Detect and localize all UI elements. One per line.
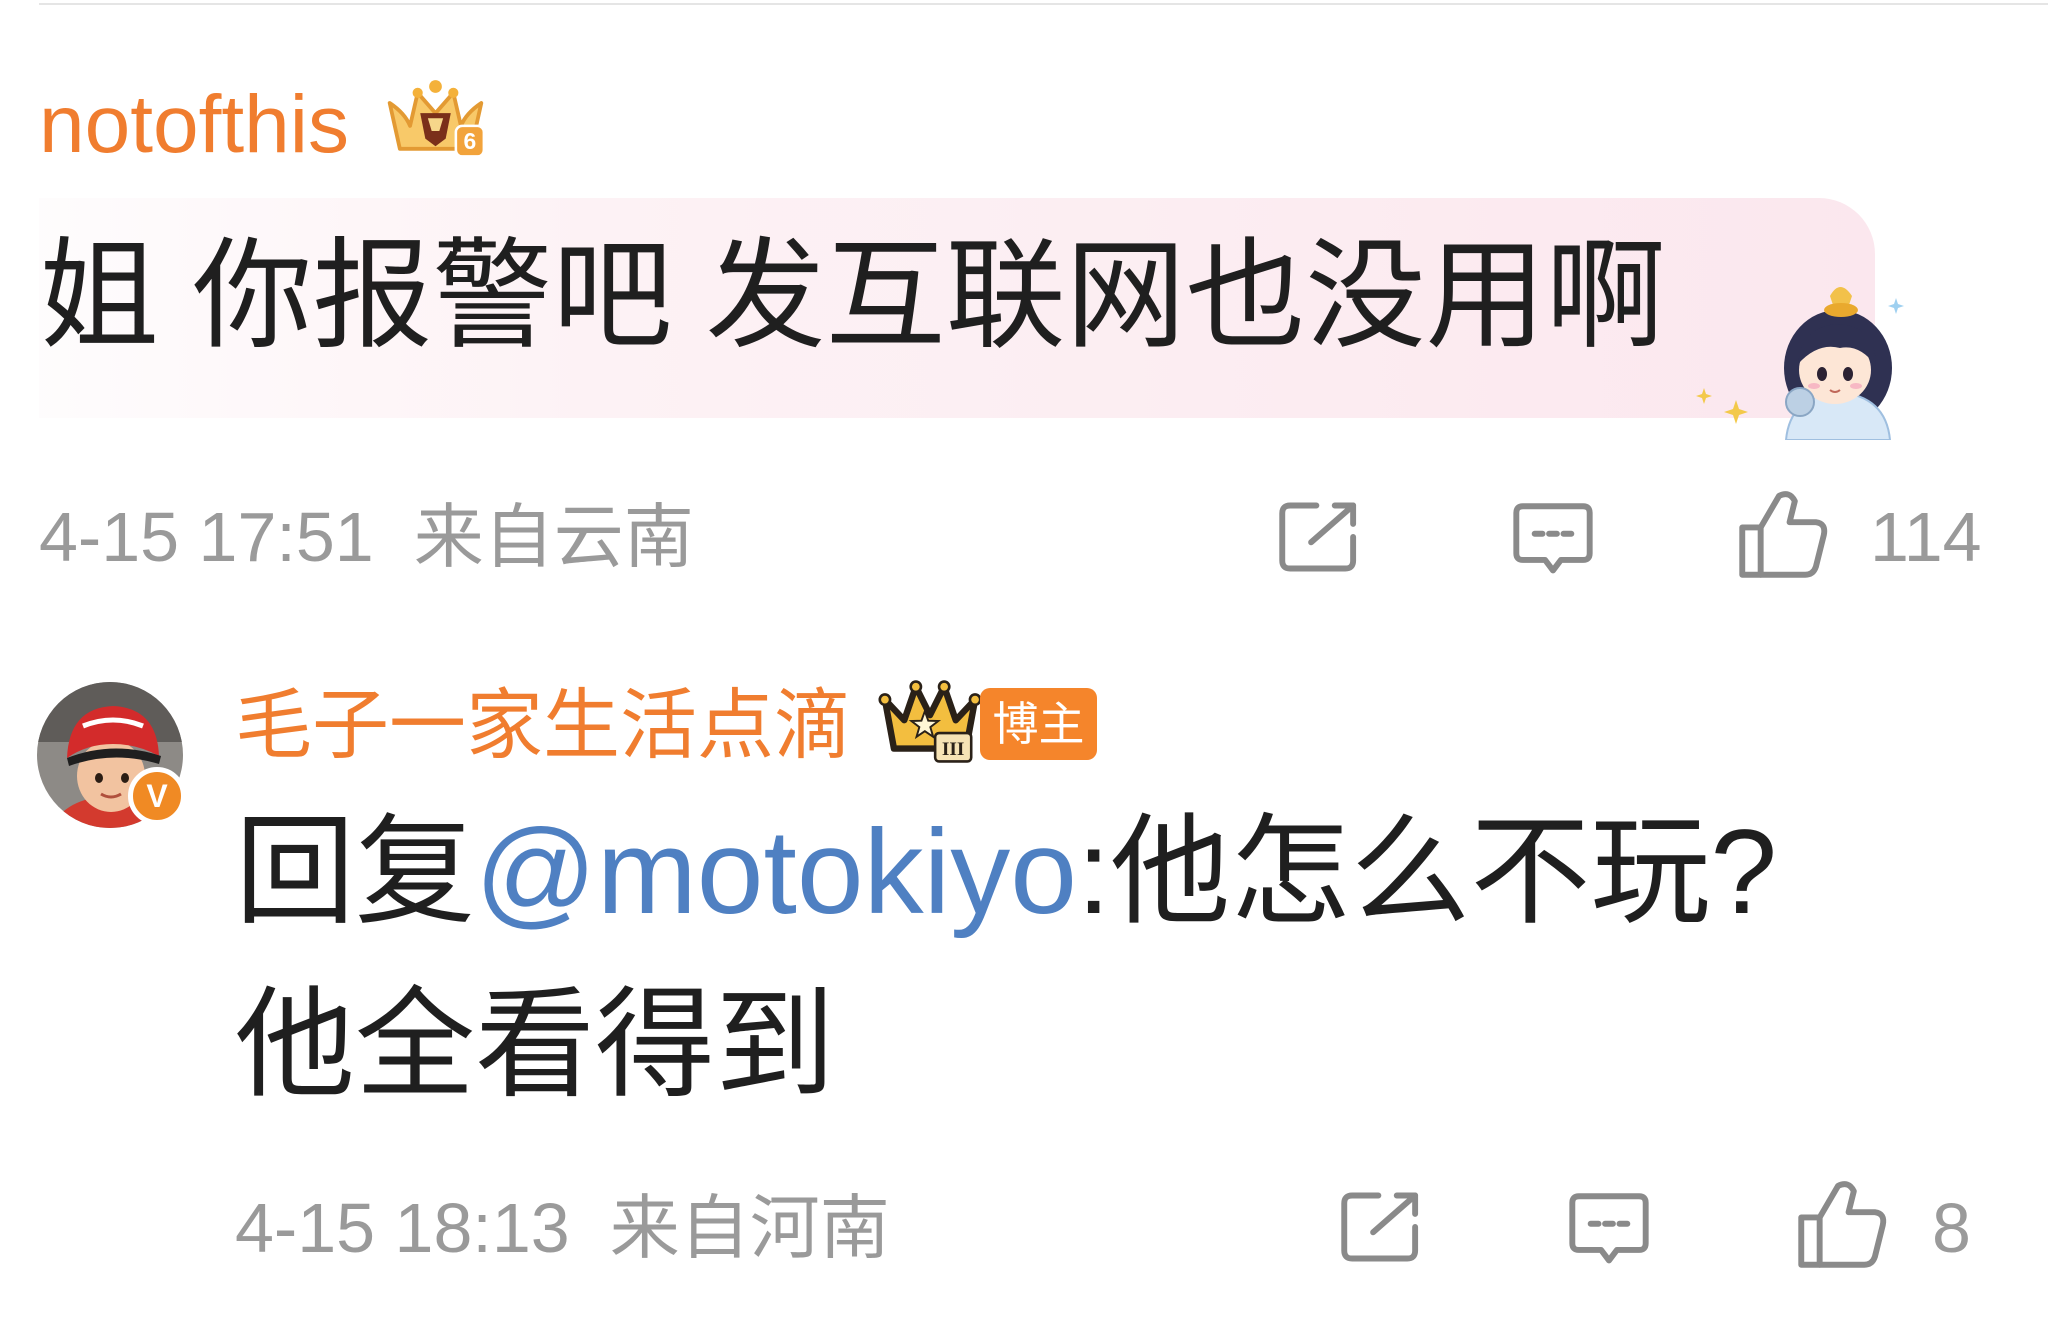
- share-button[interactable]: [1339, 1190, 1423, 1269]
- comment-icon[interactable]: [1511, 501, 1595, 577]
- role-tag-badge: 博主: [980, 688, 1097, 760]
- like-icon[interactable]: [1796, 1178, 1888, 1270]
- share-button[interactable]: [1277, 500, 1361, 579]
- reply-text-line: 回复@motokiyo:他怎么不玩?: [235, 812, 1777, 932]
- comment-location: 来自云南: [413, 498, 694, 576]
- comment-text: 姐 你报警吧 发互联网也没用啊: [39, 229, 1666, 363]
- crown-level-badge-icon: 6: [387, 80, 486, 158]
- chibi-character-sticker-icon: [1696, 287, 1904, 440]
- crown-level-badge-icon: III: [878, 680, 982, 763]
- comment-time: 4-15 17:51: [39, 498, 374, 576]
- share-icon[interactable]: [1339, 1190, 1423, 1264]
- share-icon[interactable]: [1277, 500, 1361, 574]
- like-button[interactable]: [1796, 1178, 1888, 1275]
- like-button[interactable]: [1737, 488, 1829, 585]
- comment-username[interactable]: notofthis: [39, 84, 349, 166]
- reply-text: :他怎么不玩?: [1077, 805, 1778, 939]
- like-count[interactable]: 114: [1870, 502, 1982, 572]
- comment-icon[interactable]: [1567, 1191, 1651, 1267]
- reply-button[interactable]: [1511, 501, 1595, 582]
- badge-level-text: 6: [463, 128, 476, 154]
- comment-meta: 4-15 17:51 来自云南: [39, 502, 694, 572]
- comment-meta: 4-15 18:13 来自河南: [235, 1193, 890, 1263]
- comment-location: 来自河南: [609, 1189, 890, 1267]
- comment-time: 4-15 18:13: [235, 1189, 570, 1267]
- reply-text-line: 他全看得到: [235, 978, 835, 1112]
- badge-level-text: III: [942, 739, 965, 760]
- comment-username[interactable]: 毛子一家生活点滴: [235, 688, 851, 765]
- reply-button[interactable]: [1567, 1191, 1651, 1272]
- comment-item: notofthis 6 姐 你报警吧 发互联网也没用啊 4-15 17:51 来…: [0, 0, 2048, 630]
- comment-thread: notofthis 6 姐 你报警吧 发互联网也没用啊 4-15 17:51 来…: [0, 0, 2048, 1318]
- verified-badge-icon: V: [128, 767, 186, 825]
- like-count[interactable]: 8: [1932, 1193, 1971, 1263]
- mention-link[interactable]: @motokiyo: [475, 805, 1077, 939]
- reply-prefix: 回复: [235, 805, 475, 939]
- like-icon[interactable]: [1737, 488, 1829, 580]
- comment-item: V 毛子一家生活点滴 III 博主 回复@motokiyo:他怎么不玩? 他全看…: [0, 640, 2048, 1318]
